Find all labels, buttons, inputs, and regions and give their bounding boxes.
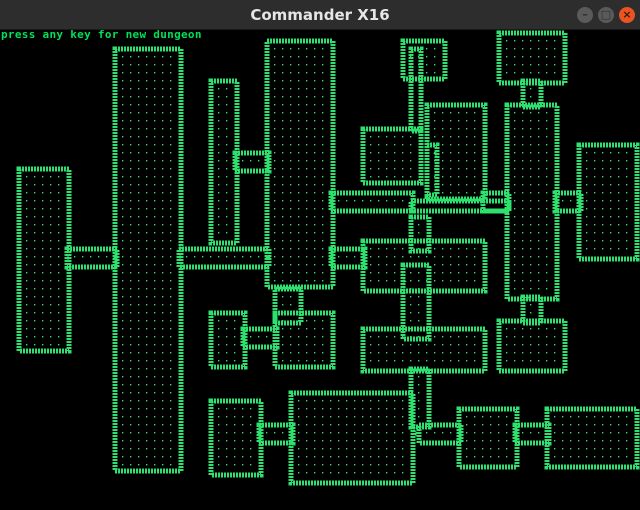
door-8: + (433, 150, 439, 160)
room-16 (288, 390, 416, 486)
door-11: + (577, 198, 583, 208)
door-6: + (329, 254, 335, 264)
close-button[interactable]: × (619, 7, 635, 23)
room-17 (456, 406, 520, 470)
door-7: + (361, 254, 367, 264)
corridor-1 (176, 246, 272, 270)
room-18 (544, 406, 640, 470)
room-3 (264, 38, 336, 290)
room-0 (16, 166, 72, 354)
corridor-5 (408, 46, 424, 134)
corridor-16 (256, 422, 296, 446)
room-14 (496, 318, 568, 374)
corridor-2 (232, 150, 272, 174)
window-title: Commander X16 (250, 6, 390, 24)
corridor-0 (64, 246, 120, 270)
minimize-button[interactable]: – (577, 7, 593, 23)
room-5 (496, 30, 568, 86)
maximize-button[interactable]: □ (598, 7, 614, 23)
room-8 (576, 142, 640, 262)
door-9: + (505, 198, 511, 208)
corridor-13 (272, 286, 304, 326)
door-1: + (113, 254, 119, 264)
door-15: + (513, 430, 519, 440)
emulator-screen[interactable]: + + + + + + + + + + + + + + + + + + press any key for new… (0, 30, 640, 510)
door-17: + (525, 294, 531, 304)
door-10: + (553, 198, 559, 208)
corridor-14 (240, 326, 280, 350)
status-message: press any key for new dungeon (1, 30, 202, 41)
corridor-3 (328, 190, 416, 214)
door-5: + (329, 198, 335, 208)
room-12 (272, 310, 336, 370)
door-4: + (233, 158, 239, 168)
room-7 (504, 102, 560, 302)
window-titlebar: Commander X16 – □ × (0, 0, 640, 30)
dungeon-map: + + + + + + + + + + + + + + + + + + (16, 30, 640, 486)
room-1 (112, 46, 184, 474)
door-2: + (177, 254, 183, 264)
door-0: + (65, 254, 71, 264)
corridor-19 (512, 422, 552, 446)
door-3: + (265, 254, 271, 264)
door-12: + (241, 334, 247, 344)
door-16: + (401, 278, 407, 288)
corridor-11 (408, 214, 432, 254)
room-15 (208, 398, 264, 478)
door-14: + (413, 430, 419, 440)
door-13: + (257, 430, 263, 440)
room-13 (360, 326, 488, 374)
room-11 (208, 310, 248, 370)
corridor-4 (328, 246, 368, 270)
room-9 (360, 126, 424, 186)
